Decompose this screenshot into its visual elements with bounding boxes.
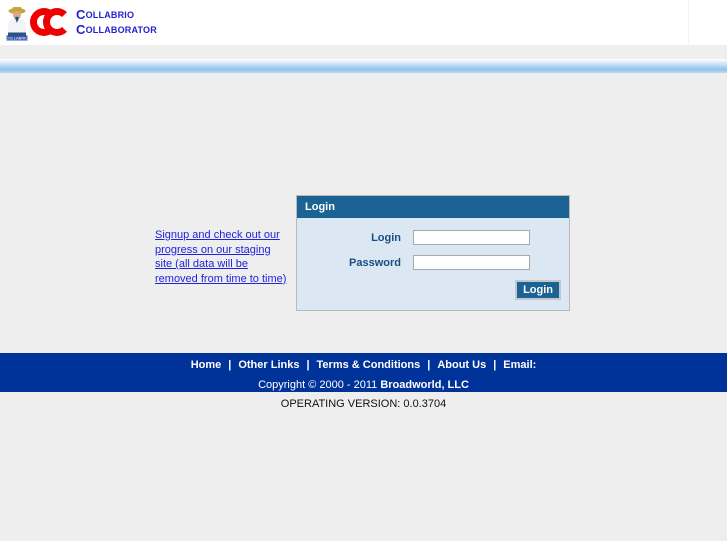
brand-line-2-cap: C [76, 22, 86, 37]
login-button-row: Login [303, 280, 563, 300]
brand-line-collabrio: COLLABRIO [76, 7, 157, 22]
brand-line-1-cap: C [76, 7, 86, 22]
footer-copyright: Copyright © 2000 - 2011 Broadworld, LLC [0, 378, 727, 392]
page-bottom-filler [0, 410, 727, 541]
password-input[interactable] [413, 255, 530, 270]
footer-link-home[interactable]: Home [191, 359, 222, 371]
brand-line-1-rest: OLLABRIO [85, 10, 135, 20]
password-field-label: Password [349, 256, 401, 269]
brand-line-2-rest: OLLABORATOR [85, 25, 157, 35]
password-field-row: Password [303, 255, 563, 270]
worker-person-icon: COLLABRIO [2, 4, 32, 42]
brand-line-collaborator: COLLABORATOR [76, 22, 157, 37]
footer-navigation: Home | Other Links | Terms & Conditions | Abou… [0, 358, 727, 372]
footer-link-other-links[interactable]: Other Links [238, 359, 299, 371]
footer-separator-1: | [228, 359, 232, 371]
footer-bar: Home | Other Links | Terms & Conditions | Abou… [0, 353, 727, 392]
footer-link-about-us[interactable]: About Us [437, 359, 486, 371]
signup-staging-link[interactable]: Signup and check out our progress on our… [155, 228, 290, 286]
header-vertical-divider [688, 0, 689, 45]
login-submit-button[interactable]: Login [515, 280, 561, 300]
login-input[interactable] [413, 230, 530, 245]
footer-link-terms-conditions[interactable]: Terms & Conditions [317, 359, 421, 371]
footer-link-email[interactable]: Email: [503, 359, 536, 371]
login-panel-body: Login Password Login [297, 218, 569, 310]
operating-version-text: OPERATING VERSION: 0.0.3704 [0, 392, 727, 410]
footer-separator-4: | [493, 359, 497, 371]
login-field-label: Login [371, 231, 401, 244]
login-field-row: Login [303, 230, 563, 245]
login-panel-title: Login [297, 196, 569, 218]
page-header: COLLABRIO COLLABRIO COLLABORATOR [0, 0, 727, 45]
login-panel: Login Login Password Login [296, 195, 570, 311]
copyright-company: Broadworld, LLC [380, 379, 469, 391]
main-content-area: Signup and check out our progress on our… [0, 73, 727, 353]
header-gradient-band [0, 59, 727, 73]
footer-separator-3: | [427, 359, 431, 371]
copyright-prefix: Copyright © 2000 - 2011 [258, 379, 381, 391]
header-gradient-band-wrapper [0, 45, 727, 73]
brand-logo[interactable]: COLLABRIO COLLABRIO COLLABORATOR [0, 0, 157, 45]
double-c-logo-icon [30, 6, 76, 40]
footer-separator-2: | [306, 359, 310, 371]
brand-wordmark: COLLABRIO COLLABORATOR [76, 7, 157, 37]
svg-text:COLLABRIO: COLLABRIO [6, 35, 29, 40]
